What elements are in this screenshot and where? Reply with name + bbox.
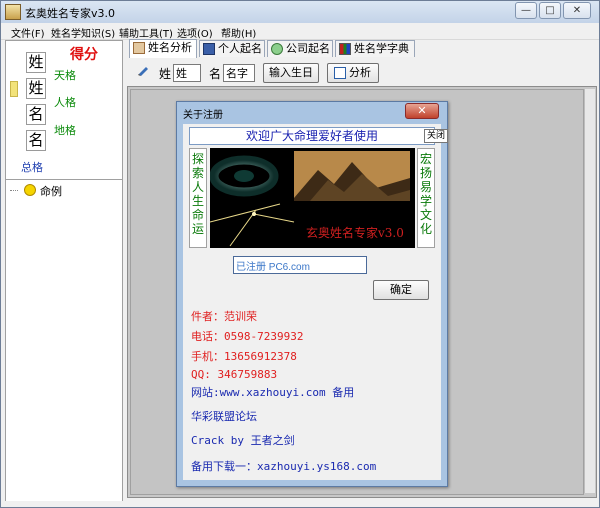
tab-bar: 姓名分析 个人起名 公司起名 姓名学字典 bbox=[127, 39, 597, 58]
score-title: 得分 bbox=[70, 47, 98, 63]
forum-link[interactable]: 华彩联盟论坛 bbox=[191, 408, 257, 424]
grid-surname-2: 姓 bbox=[26, 78, 46, 99]
menu-tools[interactable]: 辅助工具(T) bbox=[119, 25, 173, 40]
about-dialog: 关于注册 ✕ 欢迎广大命理爱好者使用 探索人生命运 宏扬易学文化 玄奥姓名专家v… bbox=[176, 101, 448, 487]
books-icon bbox=[339, 43, 351, 55]
tab-label: 姓名分析 bbox=[148, 41, 192, 54]
menu-options[interactable]: 选项(O) bbox=[177, 25, 213, 40]
grid-given-2: 名 bbox=[26, 130, 46, 151]
crack-credit: Crack by 王者之剑 bbox=[191, 434, 295, 447]
label-dige: 地格 bbox=[54, 124, 76, 137]
label-tiange: 天格 bbox=[54, 69, 76, 82]
status-strip bbox=[1, 501, 599, 507]
title-bar[interactable]: 玄奥姓名专家v3.0 — □ ✕ bbox=[1, 1, 599, 23]
given-name-input[interactable] bbox=[223, 64, 255, 82]
person-icon bbox=[203, 43, 215, 55]
dialog-close-button[interactable]: ✕ bbox=[405, 103, 439, 119]
tab-name-dictionary[interactable]: 姓名学字典 bbox=[335, 40, 415, 57]
right-motto: 宏扬易学文化 bbox=[417, 148, 435, 248]
close-window-button[interactable]: ✕ bbox=[563, 2, 591, 19]
menu-bar: 文件(F) 姓名学知识(S) 辅助工具(T) 选项(O) 帮助(H) bbox=[1, 23, 599, 40]
grid-given-1: 名 bbox=[26, 104, 46, 125]
tab-personal-naming[interactable]: 个人起名 bbox=[199, 40, 265, 57]
analyze-icon bbox=[334, 67, 346, 79]
pen-icon bbox=[137, 64, 149, 76]
enter-birthday-button[interactable]: 输入生日 bbox=[263, 63, 319, 83]
qq-line: QQ: 346759883 bbox=[191, 368, 278, 381]
grid-surname-1: 姓 bbox=[26, 52, 46, 73]
app-icon bbox=[5, 4, 21, 20]
menu-name-knowledge[interactable]: 姓名学知识(S) bbox=[51, 25, 115, 40]
left-panel: 得分 姓 姓 名 名 天格 人格 地格 总格 命例 bbox=[5, 40, 123, 502]
panel-divider bbox=[6, 179, 122, 180]
window-title: 玄奥姓名专家v3.0 bbox=[25, 7, 116, 20]
marker-icon bbox=[10, 81, 18, 97]
tab-label: 公司起名 bbox=[286, 42, 330, 55]
dialog-title: 关于注册 bbox=[183, 110, 223, 121]
maximize-button[interactable]: □ bbox=[539, 2, 561, 19]
splash-banner: 玄奥姓名专家v3.0 bbox=[210, 148, 415, 248]
author-line: 件者：范训荣 bbox=[191, 310, 257, 323]
vertical-scrollbar[interactable] bbox=[584, 89, 595, 493]
tab-label: 个人起名 bbox=[218, 42, 262, 55]
left-motto: 探索人生命运 bbox=[189, 148, 207, 248]
label-zongge: 总格 bbox=[21, 161, 43, 174]
mirror-download-link[interactable]: 备用下载一：xazhouyi.ys168.com bbox=[191, 458, 376, 474]
given-name-label: 名 bbox=[209, 67, 222, 81]
website-link[interactable]: 网站:www.xazhouyi.com 备用 bbox=[191, 384, 354, 400]
analyze-button[interactable]: 分析 bbox=[327, 63, 379, 83]
label-renge: 人格 bbox=[54, 96, 76, 109]
company-icon bbox=[271, 43, 283, 55]
phone-line: 电话：0598-7239932 bbox=[191, 330, 304, 343]
mobile-line: 手机：13656912378 bbox=[191, 350, 297, 363]
banner-title: 玄奥姓名专家v3.0 bbox=[306, 226, 404, 240]
menu-help[interactable]: 帮助(H) bbox=[221, 25, 256, 40]
surname-label: 姓 bbox=[159, 67, 172, 81]
surname-input[interactable] bbox=[173, 64, 201, 82]
tree-item-label: 命例 bbox=[40, 185, 62, 198]
confirm-button[interactable]: 确定 bbox=[373, 280, 429, 300]
registration-code-input[interactable] bbox=[233, 256, 367, 274]
analysis-icon bbox=[133, 42, 145, 54]
minimize-button[interactable]: — bbox=[515, 2, 537, 19]
tab-label: 姓名学字典 bbox=[354, 42, 409, 55]
welcome-banner: 欢迎广大命理爱好者使用 bbox=[189, 127, 435, 145]
tab-company-naming[interactable]: 公司起名 bbox=[267, 40, 333, 57]
tree-line bbox=[10, 190, 18, 192]
menu-file[interactable]: 文件(F) bbox=[11, 25, 45, 40]
dialog-body: 欢迎广大命理爱好者使用 探索人生命运 宏扬易学文化 玄奥姓名专家v3.0 已注册… bbox=[183, 124, 441, 480]
tab-name-analysis[interactable]: 姓名分析 bbox=[129, 39, 197, 58]
smiley-icon bbox=[24, 184, 36, 196]
close-tooltip: 关闭 bbox=[424, 129, 448, 143]
input-toolbar: 姓 名 输入生日 分析 bbox=[127, 58, 597, 86]
analyze-button-label: 分析 bbox=[349, 66, 371, 79]
